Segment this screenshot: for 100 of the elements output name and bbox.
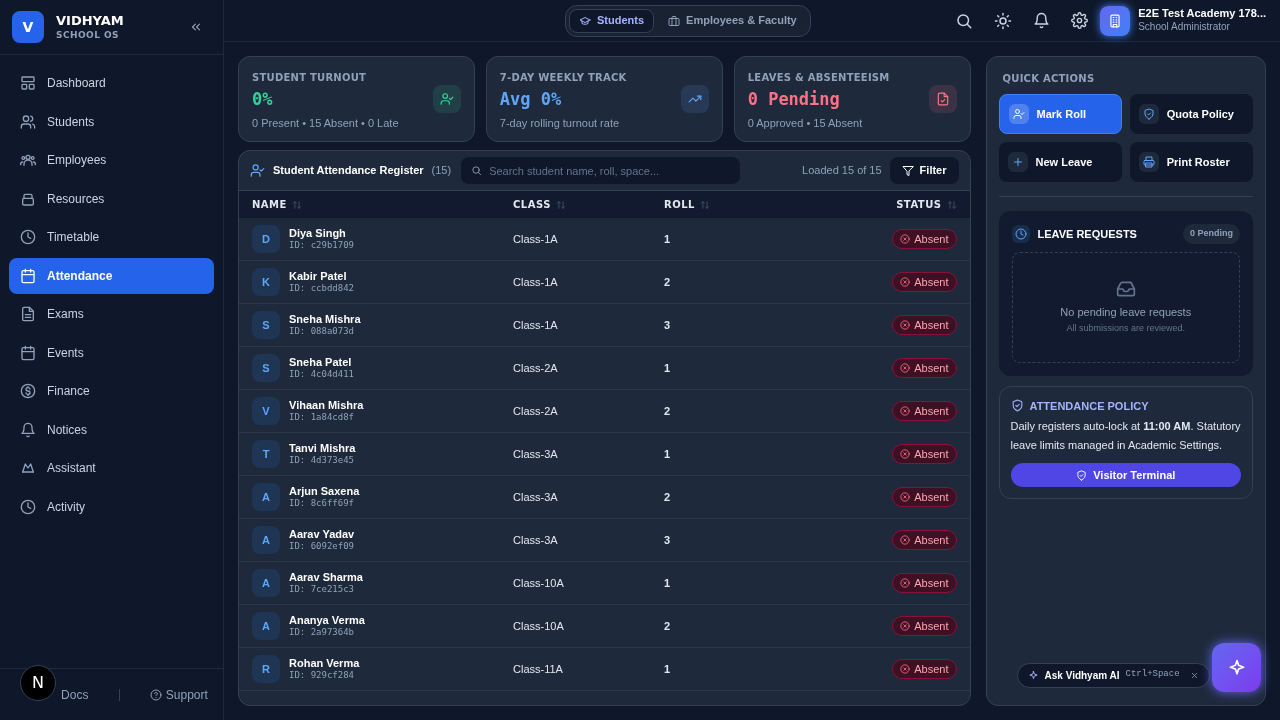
action-button[interactable]: New Leave [998,142,1122,182]
shield-icon [1142,108,1155,120]
toggle-tab[interactable]: Students [569,8,655,33]
avatar[interactable] [1100,5,1131,36]
file-check-icon [935,92,950,106]
x-circle-icon [900,277,911,287]
avatar: K [252,268,280,296]
x-circle-icon [900,664,911,674]
roll-cell-text: 2 [664,618,672,634]
filter-button[interactable]: Filter [889,157,959,184]
student-name: Tanvi Mishra [289,441,356,456]
student-id: ID: 088a073d [289,326,356,338]
empty-title: No pending leave requests [1060,305,1192,320]
x-circle-icon [900,234,911,244]
user-name: E2E Test Academy 178... [1138,7,1266,22]
class-cell-text: Class-2A [513,403,559,419]
avatar: A [252,569,280,597]
stat-title: STUDENT TURNOUT [252,71,368,85]
shortcut-key: Ctrl+Space [1125,668,1180,682]
class-cell-text: Class-3A [513,489,559,505]
x-circle-icon [900,621,911,631]
student-name: Kabir Patel [289,269,348,284]
roll-cell-text: 3 [664,317,672,333]
avatar: R [252,655,280,683]
x-circle-icon [900,578,911,588]
support-link[interactable]: Support [149,685,208,704]
column-header[interactable]: STATUS [896,197,942,212]
clock-icon [20,498,36,515]
user-check-icon [250,163,265,178]
nav-item[interactable]: Students [9,103,214,140]
graduation-cap-icon [579,14,591,27]
printer-icon [1142,156,1155,168]
x-circle-icon [900,449,911,459]
status-badge: Absent [892,530,957,550]
pending-badge: 0 Pending [1183,224,1240,244]
class-cell-text: Class-11A [513,661,564,677]
nav-item[interactable]: Activity [9,488,214,525]
ai-assistant-pill[interactable]: Ask Vidhyam AI Ctrl+Space [1016,662,1210,688]
avatar: A [252,526,280,554]
status-badge: Absent [892,315,957,335]
dev-badge[interactable]: N [20,665,56,701]
close-icon [1189,670,1199,680]
search-field[interactable]: Search student name, roll, space... [461,157,741,184]
x-circle-icon [900,363,911,373]
dollar-icon [20,383,36,399]
nav-item[interactable]: Timetable [9,219,214,255]
stat-title: 7-DAY WEEKLY TRACK [499,71,628,85]
nav-item[interactable]: Resources [9,180,214,217]
docs-link[interactable]: Docs [61,685,89,704]
action-button[interactable]: Print Roster [1129,142,1253,182]
student-id: ID: 1a84cd8f [289,412,356,424]
status-badge: Absent [892,272,957,292]
sort-icon [555,199,566,210]
nav-item[interactable]: Assistant [9,450,214,486]
status-badge: Absent [892,401,957,421]
nav-item[interactable]: Dashboard [9,65,214,101]
student-id: ID: 4d373e45 [289,455,356,467]
policy-title: ATTENDANCE POLICY [1029,398,1149,414]
nav-item[interactable]: Notices [9,411,214,448]
user-check-icon [439,92,454,106]
avatar: S [252,311,280,339]
student-id: ID: 4c04d411 [289,369,355,381]
student-name: Aarav Yadav [289,527,355,542]
roll-cell-text: 1 [664,661,672,677]
student-id: ID: 7ce215c3 [289,584,356,596]
brand-name: VIDHYAM [56,13,124,30]
student-name: Aarav Sharma [289,570,363,585]
nav-item[interactable]: Exams [9,296,214,332]
column-header[interactable]: NAME [252,197,287,212]
document-icon [20,306,36,322]
ai-button[interactable] [1212,643,1261,692]
stat-value: 0 Pending [747,88,841,111]
nav-item[interactable]: Employees [9,142,214,178]
column-header[interactable]: ROLL [664,197,695,212]
assistant-label: Ask Vidhyam AI [1044,668,1120,683]
nav-item[interactable]: Events [9,334,214,371]
toggle-tab[interactable]: Employees & Faculty [658,8,807,33]
nav-item[interactable]: Finance [9,373,214,409]
x-circle-icon [900,320,911,330]
avatar: A [252,612,280,640]
status-badge: Absent [892,229,957,249]
visitor-terminal-button[interactable]: Visitor Terminal [1010,463,1241,487]
layout-icon [20,75,36,91]
status-badge: Absent [892,573,957,593]
sort-icon [699,199,710,210]
plus-icon [1011,156,1024,168]
student-id: ID: ccbdd842 [289,283,355,295]
loaded-count: Loaded 15 of 15 [802,163,882,179]
student-id: ID: 8c6ff69f [289,498,356,510]
student-name: Diya Singh [289,226,347,241]
nav-item[interactable]: Attendance [9,257,214,294]
class-cell-text: Class-3A [513,532,559,548]
settings-icon [1071,12,1089,29]
action-button[interactable]: Mark Roll [998,94,1122,134]
search-icon [471,165,483,176]
action-button[interactable]: Quota Policy [1129,94,1253,134]
column-header[interactable]: CLASS [513,197,551,212]
card-title: LEAVE REQUESTS [1037,226,1137,242]
avatar: D [252,225,280,253]
student-name: Sneha Patel [289,355,353,370]
